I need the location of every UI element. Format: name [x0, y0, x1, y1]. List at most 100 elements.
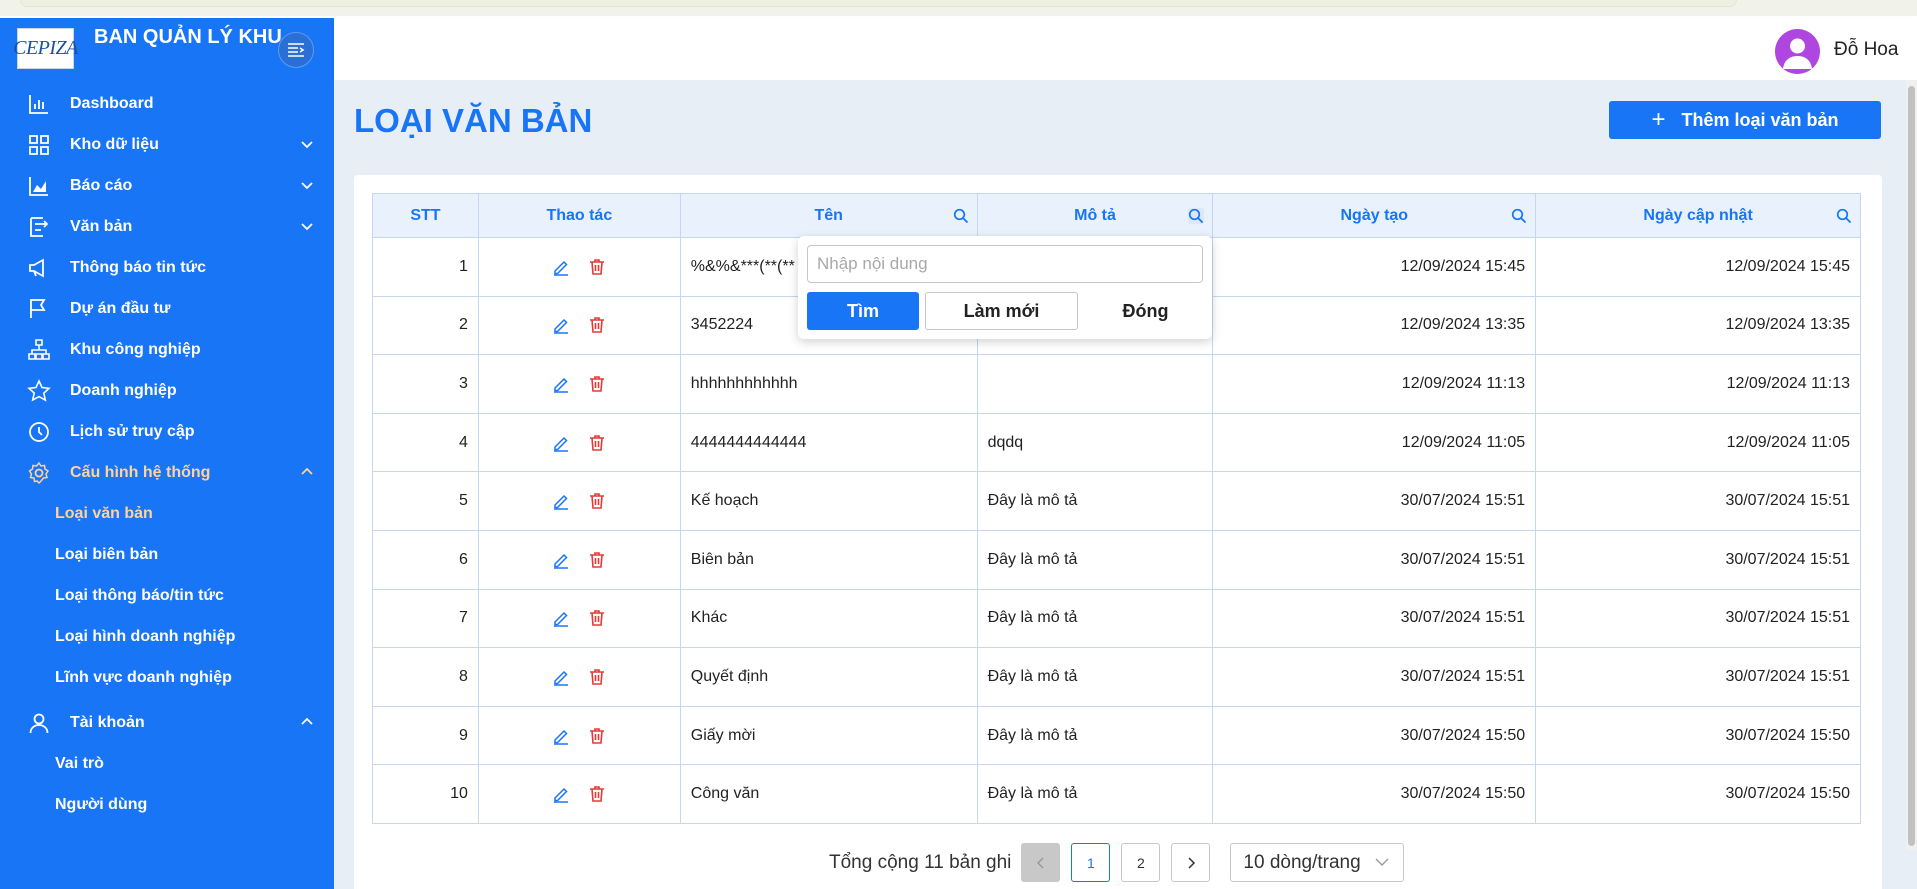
chevron-left-icon: [1036, 856, 1044, 869]
cell-actions: [477, 412, 681, 473]
delete-icon[interactable]: [587, 315, 607, 335]
cell-description: Đây là mô tả: [976, 529, 1214, 590]
chevron-down-icon: [301, 182, 313, 190]
search-icon[interactable]: [953, 208, 969, 224]
sidebar-item-investment-projects[interactable]: Dự án đầu tư: [0, 288, 334, 329]
sidebar-toggle-button[interactable]: [278, 32, 314, 68]
add-document-type-button[interactable]: + Thêm loại văn bản: [1609, 101, 1881, 139]
page-button-2[interactable]: 2: [1121, 843, 1161, 882]
cell-name: Công văn: [679, 764, 978, 824]
sidebar-item-system-config[interactable]: Cấu hình hệ thống: [0, 452, 334, 493]
top-header: Đỗ Hoa: [334, 18, 1917, 80]
submenu-item-enterprise-fields[interactable]: Lĩnh vực doanh nghiệp: [0, 657, 334, 698]
filter-search-input[interactable]: [807, 245, 1203, 283]
prev-page-button[interactable]: [1021, 843, 1061, 882]
search-icon[interactable]: [1511, 208, 1527, 224]
delete-icon[interactable]: [587, 608, 607, 628]
user-name[interactable]: Đỗ Hoa: [1834, 39, 1898, 61]
sidebar-item-documents[interactable]: Văn bản: [0, 206, 334, 247]
filter-reset-button[interactable]: Làm mới: [925, 292, 1078, 330]
cell-stt: 9: [372, 705, 479, 766]
edit-icon[interactable]: [551, 491, 571, 511]
edit-icon[interactable]: [551, 726, 571, 746]
cell-created: 30/07/2024 15:51: [1212, 588, 1537, 649]
edit-icon[interactable]: [551, 374, 571, 394]
submenu-item-news-types[interactable]: Loại thông báo/tin tức: [0, 575, 334, 616]
sidebar-item-enterprises[interactable]: Doanh nghiệp: [0, 370, 334, 411]
chevron-right-icon: [1188, 856, 1195, 869]
cell-stt: 7: [372, 588, 479, 649]
cell-created: 30/07/2024 15:51: [1212, 471, 1537, 531]
sidebar-item-industrial-zones[interactable]: Khu công nghiệp: [0, 329, 334, 370]
table-row: 10 Công văn Đây là mô tả 30/07/2024 15:50 30…: [372, 764, 1861, 824]
avatar[interactable]: [1775, 29, 1820, 74]
sidebar-item-label: Doanh nghiệp: [70, 381, 177, 399]
delete-icon[interactable]: [587, 667, 607, 687]
page-scrollbar[interactable]: [1906, 80, 1917, 850]
menu-collapse-icon: [288, 43, 305, 57]
submenu-item-document-types[interactable]: Loại văn bản: [0, 493, 334, 534]
cell-stt: 1: [372, 237, 479, 297]
next-page-button[interactable]: [1171, 843, 1211, 882]
cell-updated: 30/07/2024 15:51: [1535, 647, 1861, 707]
edit-icon[interactable]: [551, 784, 571, 804]
delete-icon[interactable]: [587, 491, 607, 511]
scrollbar-thumb[interactable]: [1908, 86, 1915, 846]
sidebar-item-label: Thông báo tin tức: [70, 258, 207, 276]
cell-updated: 12/09/2024 13:35: [1535, 295, 1861, 356]
column-filter-popup: Tìm Làm mới Đóng: [798, 236, 1212, 339]
cell-name: hhhhhhhhhhhh: [679, 354, 978, 414]
cell-description: Đây là mô tả: [976, 588, 1214, 649]
page-button-1[interactable]: 1: [1071, 843, 1111, 882]
table-row: 6 Biên bản Đây là mô tả 30/07/2024 15:51 30/…: [372, 529, 1861, 590]
edit-icon[interactable]: [551, 608, 571, 628]
edit-icon[interactable]: [551, 257, 571, 277]
search-icon[interactable]: [1836, 208, 1852, 224]
delete-icon[interactable]: [587, 433, 607, 453]
cell-stt: 2: [372, 295, 479, 356]
app-title: BAN QUẢN LÝ KHU CHẾ XUẤT KHU CN: [94, 26, 282, 48]
cell-created: 12/09/2024 11:13: [1212, 354, 1537, 414]
column-header-updated: Ngày cập nhật: [1535, 193, 1861, 238]
sidebar-item-news[interactable]: Thông báo tin tức: [0, 247, 334, 288]
sidebar-item-dashboard[interactable]: Dashboard: [0, 83, 334, 124]
delete-icon[interactable]: [587, 784, 607, 804]
clock-icon: [29, 421, 49, 442]
table-row: 4 4444444444444 dqdq 12/09/2024 11:05 12/09/…: [372, 412, 1861, 473]
edit-icon[interactable]: [551, 433, 571, 453]
cell-created: 12/09/2024 15:45: [1212, 237, 1537, 297]
delete-icon[interactable]: [587, 550, 607, 570]
sidebar-item-access-history[interactable]: Lịch sử truy cập: [0, 411, 334, 452]
submenu-item-users[interactable]: Người dùng: [0, 784, 334, 825]
delete-icon[interactable]: [587, 257, 607, 277]
submenu-item-minute-types[interactable]: Loại biên bản: [0, 534, 334, 575]
browser-top-strip: [0, 0, 1917, 16]
cell-updated: 30/07/2024 15:51: [1535, 529, 1861, 590]
sidebar-item-data-store[interactable]: Kho dữ liệu: [0, 124, 334, 165]
bar-chart-icon: [29, 94, 48, 114]
cell-updated: 30/07/2024 15:51: [1535, 471, 1861, 531]
edit-icon[interactable]: [551, 550, 571, 570]
filter-close-button[interactable]: Đóng: [1088, 292, 1203, 330]
chevron-down-icon: [301, 223, 313, 231]
filter-find-button[interactable]: Tìm: [807, 292, 919, 330]
table-row: 3 hhhhhhhhhhhh 12/09/2024 11:13 12/09/2024 …: [372, 354, 1861, 414]
cell-actions: [477, 354, 681, 414]
page-size-select[interactable]: 10 dòng/trang: [1230, 843, 1405, 882]
edit-icon[interactable]: [551, 315, 571, 335]
chevron-up-icon: [301, 717, 313, 725]
sidebar-item-accounts[interactable]: Tài khoản: [0, 702, 334, 743]
delete-icon[interactable]: [587, 726, 607, 746]
cell-created: 30/07/2024 15:51: [1212, 529, 1537, 590]
cell-description: Đây là mô tả: [976, 647, 1214, 707]
search-icon[interactable]: [1188, 208, 1205, 224]
submenu-item-enterprise-types[interactable]: Loại hình doanh nghiệp: [0, 616, 334, 657]
sidebar-item-reports[interactable]: Báo cáo: [0, 165, 334, 206]
delete-icon[interactable]: [587, 374, 607, 394]
cell-actions: [477, 764, 681, 824]
edit-icon[interactable]: [551, 667, 571, 687]
column-header-actions: Thao tác: [477, 193, 681, 238]
cell-actions: [477, 471, 681, 531]
sidebar-item-label: Khu công nghiệp: [70, 340, 201, 358]
submenu-item-roles[interactable]: Vai trò: [0, 743, 334, 784]
